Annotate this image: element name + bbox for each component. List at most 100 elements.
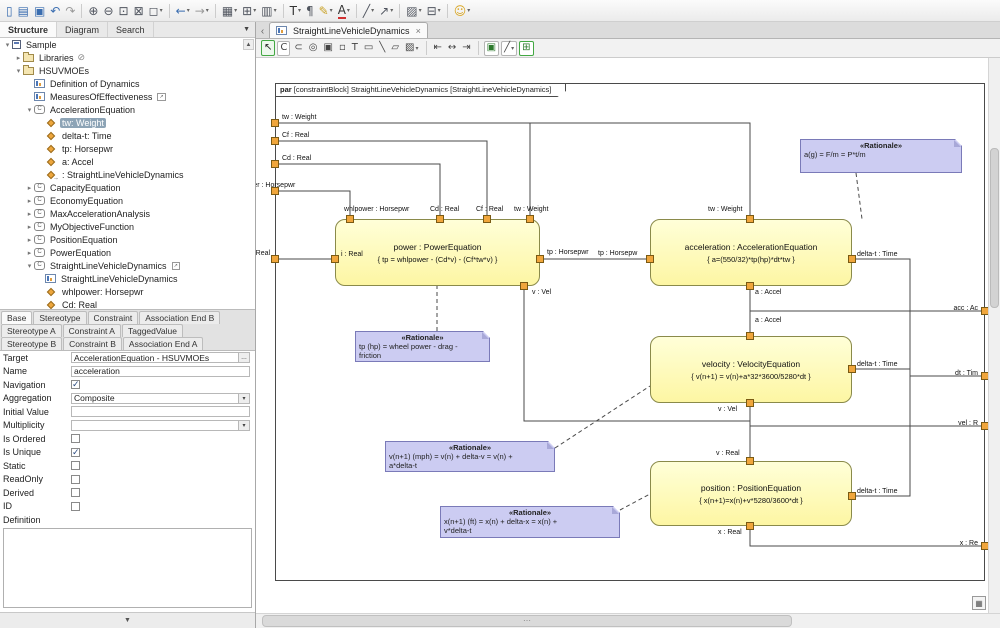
- port-velocity-a[interactable]: [746, 332, 754, 340]
- collapse-arrow-icon[interactable]: ▾: [25, 106, 34, 114]
- derived-checkbox[interactable]: [71, 488, 80, 497]
- multiplicity-combo[interactable]: ▾: [71, 420, 250, 431]
- line-jumps-button[interactable]: ╱▾: [501, 41, 517, 56]
- rationale-note[interactable]: «Rationale»a(g) = F/m = P*t/m: [800, 139, 962, 173]
- tree-item-whlpower-horsepwr[interactable]: whlpower: Horsepwr: [0, 285, 255, 298]
- port-tool[interactable]: ▫: [337, 39, 348, 57]
- tree-item-libraries[interactable]: ▸Libraries⊘: [0, 51, 255, 64]
- tree-item-definition-of-dynamics[interactable]: Definition of Dynamics: [0, 77, 255, 90]
- horizontal-scrollbar[interactable]: ⋯: [256, 613, 1000, 628]
- panel-tab-structure[interactable]: Structure: [0, 22, 57, 37]
- port-frame-incline[interactable]: [271, 255, 279, 263]
- port-velocity-delta-t[interactable]: [848, 365, 856, 373]
- constraint-block-position[interactable]: position : PositionEquation{ x(n+1)=x(n)…: [650, 461, 852, 526]
- port-power-tw[interactable]: [526, 215, 534, 223]
- panel-tab-search[interactable]: Search: [108, 22, 154, 37]
- tree-item-measuresofeffectiveness[interactable]: MeasuresOfEffectiveness↗: [0, 90, 255, 103]
- port-frame-acc[interactable]: [981, 307, 988, 315]
- columns-button[interactable]: ▥▾: [259, 2, 278, 20]
- back-button[interactable]: ←▾: [174, 2, 192, 20]
- collapse-arrow-icon[interactable]: ▾: [3, 41, 12, 49]
- expand-arrow-icon[interactable]: ▸: [25, 236, 34, 244]
- port-power-v[interactable]: [520, 282, 528, 290]
- expand-arrow-icon[interactable]: ▸: [25, 184, 34, 192]
- is-unique-checkbox[interactable]: [71, 448, 80, 457]
- port-frame-x[interactable]: [981, 542, 988, 550]
- tree-item-sample[interactable]: ▾Sample: [0, 38, 255, 51]
- emoji-button[interactable]: ☺▾: [452, 2, 473, 20]
- target-field[interactable]: AccelerationEquation - HSUVMOEs…: [71, 352, 250, 363]
- port-position-v[interactable]: [746, 457, 754, 465]
- line-tool[interactable]: ╲: [377, 39, 387, 57]
- properties-tab-base[interactable]: Base: [1, 311, 32, 324]
- port-frame-cd[interactable]: [271, 160, 279, 168]
- constraint-block-acceleration[interactable]: acceleration : AccelerationEquation{ a=(…: [650, 219, 852, 286]
- save-project-button[interactable]: ▣: [32, 2, 47, 20]
- initial-value-field[interactable]: [71, 406, 250, 417]
- open-project-button[interactable]: ▤: [16, 2, 31, 20]
- expand-arrow-icon[interactable]: ▸: [25, 210, 34, 218]
- tree-item-tw-weight[interactable]: tw: Weight: [0, 116, 255, 129]
- rationale-note[interactable]: «Rationale»x(n+1) (ft) = x(n) + delta-x …: [440, 506, 620, 538]
- port-power-cd[interactable]: [436, 215, 444, 223]
- properties-tab-association-end-b[interactable]: Association End B: [139, 311, 220, 324]
- port-velocity-v[interactable]: [746, 399, 754, 407]
- definition-editor[interactable]: [3, 528, 252, 608]
- zoom-in-button[interactable]: ⊕: [86, 2, 100, 20]
- properties-tab-stereotype-b[interactable]: Stereotype B: [1, 337, 62, 350]
- paragraph-button[interactable]: ¶: [304, 2, 316, 20]
- pattern-button[interactable]: ▨▾: [404, 2, 423, 20]
- tree-item-delta-t-time[interactable]: delta-t: Time: [0, 129, 255, 142]
- line-width-button[interactable]: ╱▾: [361, 2, 376, 20]
- port-power-cf[interactable]: [483, 215, 491, 223]
- diagram-overview-button[interactable]: ▦: [972, 596, 986, 610]
- tree-item-economyequation[interactable]: ▸EconomyEquation: [0, 194, 255, 207]
- pin-tool[interactable]: ◎: [307, 39, 320, 57]
- properties-tab-constraint-a[interactable]: Constraint A: [63, 324, 121, 337]
- port-accel-tw[interactable]: [746, 215, 754, 223]
- zoom-selection-button[interactable]: ⊠: [132, 2, 146, 20]
- tree-item-maxaccelerationanalysis[interactable]: ▸MaxAccelerationAnalysis: [0, 207, 255, 220]
- collapse-all-button[interactable]: ⊟▾: [425, 2, 443, 20]
- properties-tab-stereotype[interactable]: Stereotype: [33, 311, 86, 324]
- panel-menu-arrow-icon[interactable]: ▼: [243, 26, 250, 33]
- tree-item-accelerationequation[interactable]: ▾AccelerationEquation: [0, 103, 255, 116]
- tree-item-hsuvmoes[interactable]: ▾HSUVMOEs: [0, 64, 255, 77]
- undo-button[interactable]: ↶: [48, 2, 62, 20]
- port-power-i[interactable]: [331, 255, 339, 263]
- arrow-style-button[interactable]: ↗▾: [377, 2, 395, 20]
- port-power-whlpower[interactable]: [346, 215, 354, 223]
- horizontal-scrollbar-thumb[interactable]: ⋯: [262, 615, 792, 627]
- tree-item-straightlinevehicledynamics[interactable]: StraightLineVehicleDynamics: [0, 272, 255, 285]
- collapse-arrow-icon[interactable]: ▾: [25, 262, 34, 270]
- tab-scroll-left-button[interactable]: ‹: [256, 26, 269, 38]
- tree-item-tp-horsepwr[interactable]: tp: Horsepwr: [0, 142, 255, 155]
- part-tool[interactable]: ▣: [322, 39, 335, 57]
- properties-tab-taggedvalue[interactable]: TaggedValue: [122, 324, 183, 337]
- zoom-fit-button[interactable]: ⊡: [117, 2, 131, 20]
- vertical-scrollbar[interactable]: [988, 58, 1000, 613]
- properties-tab-stereotype-a[interactable]: Stereotype A: [1, 324, 62, 337]
- pencil-button[interactable]: ✎▾: [317, 2, 335, 20]
- marquee-zoom-button[interactable]: ◻▾: [147, 2, 165, 20]
- rectangle-tool[interactable]: ▭: [362, 39, 375, 57]
- expand-arrow-icon[interactable]: ▸: [25, 197, 34, 205]
- rationale-note[interactable]: «Rationale»tp (hp) = wheel power - drag …: [355, 331, 490, 362]
- port-power-tp[interactable]: [536, 255, 544, 263]
- expand-arrow-icon[interactable]: ▸: [25, 223, 34, 231]
- properties-tab-constraint-b[interactable]: Constraint B: [63, 337, 122, 350]
- tree-item-powerequation[interactable]: ▸PowerEquation: [0, 246, 255, 259]
- show-grid-button[interactable]: ⊞: [519, 41, 533, 56]
- redo-button[interactable]: ↷: [63, 2, 77, 20]
- static-checkbox[interactable]: [71, 461, 80, 470]
- port-accel-delta-t[interactable]: [848, 255, 856, 263]
- aggregation-combo[interactable]: Composite▾: [71, 393, 250, 404]
- tree-item-cd-real[interactable]: Cd: Real: [0, 298, 255, 309]
- port-frame-vel[interactable]: [981, 422, 988, 430]
- id-checkbox[interactable]: [71, 502, 80, 511]
- text-tool[interactable]: T: [350, 39, 360, 57]
- collapse-arrow-icon[interactable]: ▾: [14, 67, 23, 75]
- port-position-x[interactable]: [746, 522, 754, 530]
- align-right-button[interactable]: ⇥: [460, 39, 472, 57]
- port-position-delta-t[interactable]: [848, 492, 856, 500]
